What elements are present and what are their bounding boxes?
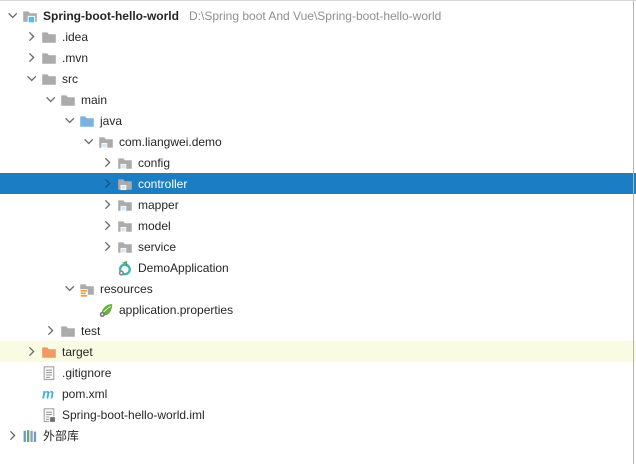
tree-item-label: main bbox=[81, 92, 108, 107]
tree-row-main[interactable]: main bbox=[0, 89, 636, 110]
panel-right-border bbox=[633, 1, 634, 464]
package-icon bbox=[117, 239, 133, 255]
excluded-folder-icon bbox=[41, 344, 57, 360]
package-icon bbox=[98, 134, 114, 150]
chevron-slot bbox=[81, 302, 98, 317]
tree-row-resources[interactable]: resources bbox=[0, 278, 636, 299]
chevron-slot bbox=[24, 386, 41, 401]
tree-item-label: controller bbox=[138, 176, 188, 191]
chevron-collapsed-icon[interactable] bbox=[24, 29, 41, 44]
text-file-icon bbox=[41, 365, 57, 381]
folder-icon bbox=[41, 71, 57, 87]
tree-row-外部库[interactable]: 外部库 bbox=[0, 425, 636, 446]
folder-icon bbox=[41, 29, 57, 45]
tree-item-label: DemoApplication bbox=[138, 260, 229, 275]
tree-row-com-liangwei-demo[interactable]: com.liangwei.demo bbox=[0, 131, 636, 152]
tree-row-demoapplication[interactable]: DemoApplication bbox=[0, 257, 636, 278]
chevron-expanded-icon[interactable] bbox=[43, 92, 60, 107]
tree-row-config[interactable]: config bbox=[0, 152, 636, 173]
tree-item-label: mapper bbox=[138, 197, 179, 212]
chevron-expanded-icon[interactable] bbox=[5, 8, 22, 23]
chevron-expanded-icon[interactable] bbox=[62, 281, 79, 296]
tree-item-label: src bbox=[62, 71, 78, 86]
tree-item-label: .gitignore bbox=[62, 365, 112, 380]
tree-item-label: target bbox=[62, 344, 93, 359]
svg-text:m: m bbox=[42, 386, 54, 401]
tree-row-spring-boot-hello-world[interactable]: Spring-boot-hello-world D:\Spring boot An… bbox=[0, 5, 636, 26]
project-path-text: D:\Spring boot And Vue\Spring-boot-hello… bbox=[188, 8, 442, 23]
tree-row-mvn[interactable]: .mvn bbox=[0, 47, 636, 68]
tree-item-label: 外部库 bbox=[43, 429, 80, 443]
package-icon bbox=[117, 197, 133, 213]
chevron-collapsed-icon[interactable] bbox=[100, 155, 117, 170]
tree-item-label: .idea bbox=[62, 29, 89, 44]
tree-row-test[interactable]: test bbox=[0, 320, 636, 341]
chevron-collapsed-icon[interactable] bbox=[100, 197, 117, 212]
project-tree-panel: Spring-boot-hello-world D:\Spring boot An… bbox=[0, 0, 636, 464]
chevron-collapsed-icon[interactable] bbox=[43, 323, 60, 338]
tree-row-gitignore[interactable]: .gitignore bbox=[0, 362, 636, 383]
chevron-slot bbox=[24, 407, 41, 422]
tree-row-target[interactable]: target bbox=[0, 341, 636, 362]
chevron-collapsed-icon[interactable] bbox=[5, 428, 22, 443]
tree-row-spring-boot-hello-world-iml[interactable]: Spring-boot-hello-world.iml bbox=[0, 404, 636, 425]
tree-item-label: pom.xml bbox=[62, 386, 108, 401]
tree-item-label: java bbox=[100, 113, 123, 128]
chevron-collapsed-icon[interactable] bbox=[100, 218, 117, 233]
spring-properties-icon bbox=[98, 302, 114, 318]
tree-row-model[interactable]: model bbox=[0, 215, 636, 236]
folder-icon bbox=[41, 50, 57, 66]
module-file-icon bbox=[41, 407, 57, 423]
tree-row-src[interactable]: src bbox=[0, 68, 636, 89]
tree-item-label: model bbox=[138, 218, 171, 233]
tree-row-service[interactable]: service bbox=[0, 236, 636, 257]
tree-item-label: .mvn bbox=[62, 50, 89, 65]
chevron-collapsed-icon[interactable] bbox=[24, 50, 41, 65]
spring-boot-class-icon bbox=[117, 260, 133, 276]
chevron-collapsed-icon[interactable] bbox=[100, 239, 117, 254]
chevron-collapsed-icon[interactable] bbox=[100, 176, 117, 191]
tree-item-label: com.liangwei.demo bbox=[119, 134, 222, 149]
chevron-expanded-icon[interactable] bbox=[62, 113, 79, 128]
tree-row-java[interactable]: java bbox=[0, 110, 636, 131]
tree-row-mapper[interactable]: mapper bbox=[0, 194, 636, 215]
tree-item-label: Spring-boot-hello-world.iml bbox=[62, 407, 205, 422]
package-icon bbox=[117, 155, 133, 171]
package-icon bbox=[117, 218, 133, 234]
project-tree: Spring-boot-hello-world D:\Spring boot An… bbox=[0, 1, 636, 446]
external-libraries-icon bbox=[22, 428, 38, 444]
tree-row-application-properties[interactable]: application.properties bbox=[0, 299, 636, 320]
tree-row-pom-xml[interactable]: m pom.xml bbox=[0, 383, 636, 404]
chevron-collapsed-icon[interactable] bbox=[24, 344, 41, 359]
tree-item-label: resources bbox=[100, 281, 153, 296]
tree-row-controller[interactable]: controller bbox=[0, 173, 636, 194]
folder-icon bbox=[60, 92, 76, 108]
chevron-expanded-icon[interactable] bbox=[81, 134, 98, 149]
tree-item-label: Spring-boot-hello-world bbox=[43, 8, 179, 23]
tree-item-label: service bbox=[138, 239, 177, 254]
folder-icon bbox=[60, 323, 76, 339]
chevron-slot bbox=[24, 365, 41, 380]
tree-item-label: config bbox=[138, 155, 171, 170]
resources-folder-icon bbox=[79, 281, 95, 297]
source-folder-icon bbox=[79, 113, 95, 129]
maven-icon: m bbox=[41, 386, 57, 402]
tree-item-label: application.properties bbox=[119, 302, 234, 317]
chevron-expanded-icon[interactable] bbox=[24, 71, 41, 86]
tree-item-label: test bbox=[81, 323, 101, 338]
chevron-slot bbox=[100, 260, 117, 275]
package-icon bbox=[117, 176, 133, 192]
tree-row-idea[interactable]: .idea bbox=[0, 26, 636, 47]
project-folder-icon bbox=[22, 8, 38, 24]
